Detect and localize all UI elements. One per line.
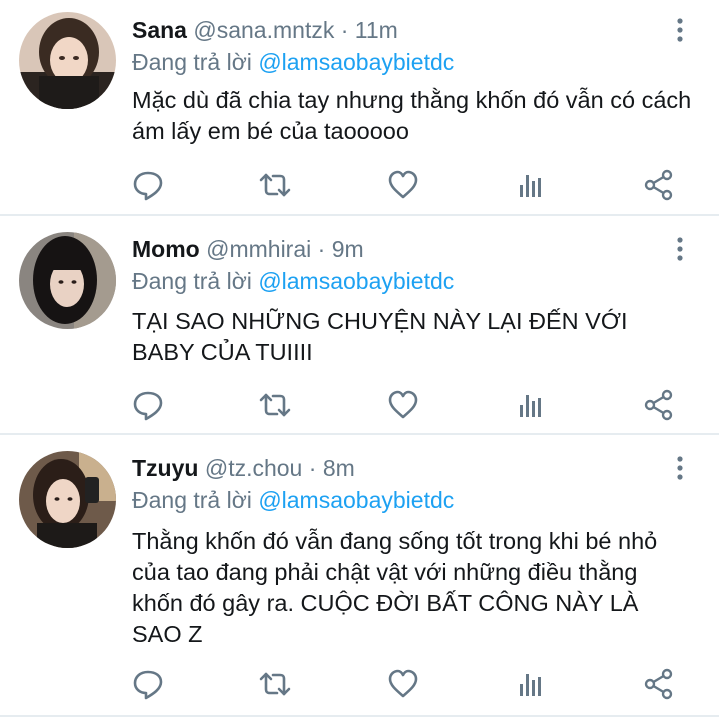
tweet-text: TẠI SAO NHỮNG CHUYỆN NÀY LẠI ĐẾN VỚI BAB… (132, 308, 628, 365)
reply-prefix: Đang trả lời (132, 268, 252, 294)
reply-prefix: Đang trả lời (132, 49, 252, 75)
tweet-card[interactable]: Tzuyu @tz.chou · 8m Đang trả lời @lamsao… (0, 435, 719, 715)
reply-context: Đang trả lời @lamsaobaybietdc (132, 46, 454, 78)
bar-chart-icon[interactable] (514, 667, 548, 701)
bar-chart-icon[interactable] (514, 388, 548, 422)
user-handle[interactable]: @mmhirai (206, 236, 311, 262)
reply-context: Đang trả lời @lamsaobaybietdc (132, 265, 454, 297)
display-name[interactable]: Sana (132, 17, 187, 43)
timestamp[interactable]: 8m (323, 455, 355, 481)
separator-dot: · (308, 455, 317, 481)
reply-context: Đang trả lời @lamsaobaybietdc (132, 484, 454, 516)
heart-icon[interactable] (386, 667, 420, 701)
timestamp[interactable]: 9m (332, 236, 364, 262)
reply-mention-link[interactable]: @lamsaobaybietdc (258, 268, 454, 294)
display-name[interactable]: Tzuyu (132, 455, 198, 481)
user-handle[interactable]: @tz.chou (205, 455, 303, 481)
timestamp[interactable]: 11m (355, 17, 398, 43)
user-handle[interactable]: @sana.mntzk (193, 17, 334, 43)
retweet-icon[interactable] (258, 388, 292, 422)
vertical-dots-icon[interactable] (668, 454, 692, 484)
tweet-header: Tzuyu @tz.chou · 8m (132, 452, 355, 484)
retweet-icon[interactable] (258, 168, 292, 202)
separator-dot: · (317, 236, 326, 262)
tweet-card[interactable]: Momo @mmhirai · 9m Đang trả lời @lamsaob… (0, 216, 719, 433)
action-bar (0, 168, 719, 202)
tweet-header: Sana @sana.mntzk · 11m (132, 14, 398, 46)
avatar[interactable] (19, 232, 116, 329)
avatar[interactable] (19, 12, 116, 109)
retweet-icon[interactable] (258, 667, 292, 701)
share-icon[interactable] (642, 388, 676, 422)
comment-icon[interactable] (131, 388, 165, 422)
tweet-text: Thằng khốn đó vẫn đang sống tốt trong kh… (132, 528, 658, 647)
avatar[interactable] (19, 451, 116, 548)
tweet-header: Momo @mmhirai · 9m (132, 233, 364, 265)
tweet-divider (0, 715, 719, 717)
reply-mention-link[interactable]: @lamsaobaybietdc (258, 487, 454, 513)
vertical-dots-icon[interactable] (668, 235, 692, 265)
display-name[interactable]: Momo (132, 236, 200, 262)
comment-icon[interactable] (131, 667, 165, 701)
separator-dot: · (340, 17, 349, 43)
reply-mention-link[interactable]: @lamsaobaybietdc (258, 49, 454, 75)
heart-icon[interactable] (386, 388, 420, 422)
share-icon[interactable] (642, 667, 676, 701)
tweet-card[interactable]: Sana @sana.mntzk · 11m Đang trả lời @lam… (0, 0, 719, 214)
heart-icon[interactable] (386, 168, 420, 202)
comment-icon[interactable] (131, 168, 165, 202)
action-bar (0, 667, 719, 701)
vertical-dots-icon[interactable] (668, 16, 692, 46)
tweet-text: Mặc dù đã chia tay nhưng thằng khốn đó v… (132, 87, 692, 144)
share-icon[interactable] (642, 168, 676, 202)
action-bar (0, 388, 719, 422)
reply-prefix: Đang trả lời (132, 487, 252, 513)
bar-chart-icon[interactable] (514, 168, 548, 202)
